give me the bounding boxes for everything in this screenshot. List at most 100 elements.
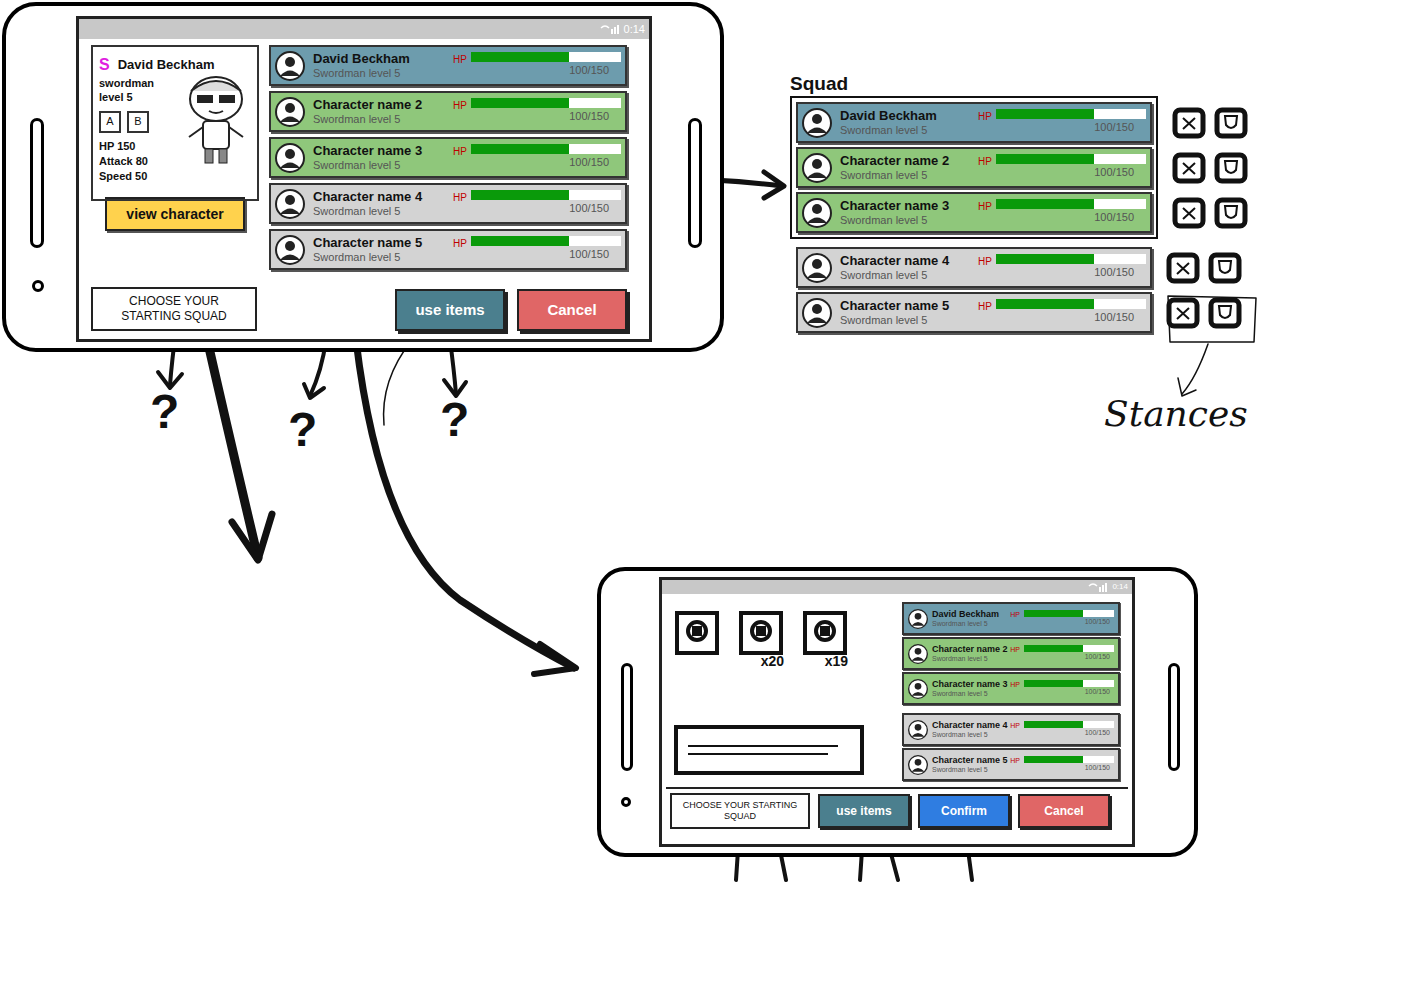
- character-row[interactable]: Character name 2Swordman level 5HP100/15…: [796, 147, 1152, 188]
- choose-squad-button[interactable]: CHOOSE YOUR STARTING SQUAD: [91, 287, 257, 331]
- item-icon: [674, 610, 720, 656]
- avatar-icon: [802, 253, 832, 283]
- character-row[interactable]: David BeckhamSwordman level 5HP100/150: [796, 102, 1152, 143]
- use-items-button[interactable]: use items: [395, 289, 505, 331]
- confirm-button[interactable]: Confirm: [918, 794, 1010, 828]
- hp-bar: [471, 98, 621, 108]
- skill-slot[interactable]: B: [127, 111, 149, 133]
- character-row[interactable]: Character name 3Swordman level 5 HP 100/15…: [902, 672, 1120, 705]
- hp-bar: [471, 144, 621, 154]
- avatar-icon: [275, 189, 305, 219]
- character-row[interactable]: David BeckhamSwordman level 5HP100/150: [902, 602, 1120, 635]
- character-row[interactable]: Character name 3Swordman level 5HP100/15…: [796, 192, 1152, 233]
- character-subtitle: Swordman level 5: [840, 314, 970, 328]
- home-dot: [621, 797, 631, 807]
- status-time: 0:14: [1112, 581, 1128, 593]
- card-name: David Beckham: [118, 55, 215, 75]
- item-slot[interactable]: x20: [738, 610, 784, 668]
- question-mark: ?: [150, 388, 179, 436]
- avatar-icon: [908, 720, 928, 740]
- character-name: Character name 5: [932, 755, 1006, 766]
- side-button: [688, 118, 702, 248]
- skill-slot[interactable]: A: [99, 111, 121, 133]
- character-subtitle: Swordman level 5: [932, 655, 1006, 664]
- character-name: Character name 4: [313, 189, 445, 205]
- view-character-button[interactable]: view character: [105, 197, 245, 231]
- defend-stance-icon[interactable]: [1214, 197, 1248, 229]
- card-class: swordman: [99, 77, 154, 91]
- phone-frame: 0:14SDavid Beckhamswordmanlevel 5ABHP 15…: [2, 2, 724, 352]
- stances-label: Stances: [1104, 396, 1248, 432]
- hp-reading: 100/150: [569, 246, 609, 263]
- hp-label: HP: [978, 109, 992, 124]
- character-row[interactable]: Character name 4Swordman level 5HP100/15…: [902, 713, 1120, 746]
- hp-bar: [1024, 756, 1114, 763]
- hp-bar: [471, 236, 621, 246]
- side-button: [621, 663, 633, 771]
- hp-label: HP: [978, 154, 992, 169]
- attack-stance-icon[interactable]: [1172, 107, 1206, 139]
- item-icon: [802, 610, 848, 656]
- hp-label: HP: [978, 254, 992, 269]
- hp-bar: [996, 254, 1146, 264]
- cancel-button[interactable]: Cancel: [517, 289, 627, 331]
- defend-stance-icon[interactable]: [1214, 152, 1248, 184]
- question-mark: ?: [288, 406, 317, 454]
- squad-title: Squad: [790, 72, 1254, 96]
- character-subtitle: Swordman level 5: [932, 690, 1006, 699]
- character-name: Character name 2: [313, 97, 445, 113]
- character-name: David Beckham: [932, 609, 1006, 620]
- hp-label: HP: [453, 98, 467, 113]
- item-slot[interactable]: x19: [802, 610, 848, 668]
- hp-reading: 100/150: [569, 200, 609, 217]
- hp-label: HP: [453, 190, 467, 205]
- avatar-icon: [802, 108, 832, 138]
- defend-stance-icon[interactable]: [1208, 297, 1242, 329]
- status-time: 0:14: [624, 21, 645, 38]
- hp-reading: 100/150: [1085, 687, 1110, 698]
- hp-label: HP: [1010, 680, 1020, 691]
- rank-badge: S: [99, 53, 110, 77]
- character-row[interactable]: Character name 5Swordman level 5HP100/15…: [796, 292, 1152, 333]
- signal-icon: [1088, 582, 1108, 592]
- hp-reading: 100/150: [1094, 264, 1134, 281]
- avatar-icon: [908, 609, 928, 629]
- defend-stance-icon[interactable]: [1208, 252, 1242, 284]
- hp-reading: 100/150: [1085, 728, 1110, 739]
- use-items-button[interactable]: use items: [818, 794, 910, 828]
- hp-label: HP: [978, 299, 992, 314]
- character-name: Character name 2: [840, 153, 970, 169]
- avatar-icon: [908, 755, 928, 775]
- choose-squad-button[interactable]: CHOOSE YOUR STARTING SQUAD: [670, 793, 810, 829]
- character-row[interactable]: David BeckhamSwordman level 5HP100/150: [269, 45, 627, 86]
- character-row[interactable]: Character name 5Swordman level 5HP100/15…: [902, 748, 1120, 781]
- side-button: [30, 118, 44, 248]
- hp-label: HP: [978, 199, 992, 214]
- character-subtitle: Swordman level 5: [840, 124, 970, 138]
- item-slot[interactable]: [674, 610, 720, 668]
- attack-stance-icon[interactable]: [1166, 297, 1200, 329]
- character-name: Character name 3: [932, 679, 1006, 690]
- attack-stance-icon[interactable]: [1172, 152, 1206, 184]
- character-row[interactable]: Character name 4Swordman level 5HP100/15…: [269, 183, 627, 224]
- character-name: Character name 2: [932, 644, 1006, 655]
- character-subtitle: Swordman level 5: [840, 269, 970, 283]
- hp-bar: [471, 52, 621, 62]
- cancel-button[interactable]: Cancel: [1018, 794, 1110, 828]
- avatar-icon: [908, 679, 928, 699]
- character-row[interactable]: Character name 2Swordman level 5HP100/15…: [269, 91, 627, 132]
- character-row[interactable]: Character name 3Swordman level 5HP100/15…: [269, 137, 627, 178]
- hp-bar: [471, 190, 621, 200]
- character-row[interactable]: Character name 5Swordman level 5HP100/15…: [269, 229, 627, 270]
- item-count: x19: [825, 654, 848, 668]
- hp-bar: [1024, 610, 1114, 617]
- character-row[interactable]: Character name 2Swordman level 5HP100/15…: [902, 637, 1120, 670]
- avatar-icon: [275, 235, 305, 265]
- character-name: Character name 3: [840, 198, 970, 214]
- attack-stance-icon[interactable]: [1166, 252, 1200, 284]
- character-subtitle: Swordman level 5: [313, 113, 445, 127]
- character-row[interactable]: Character name 4Swordman level 5HP100/15…: [796, 247, 1152, 288]
- attack-stance-icon[interactable]: [1172, 197, 1206, 229]
- defend-stance-icon[interactable]: [1214, 107, 1248, 139]
- hp-reading: 100/150: [1085, 652, 1110, 663]
